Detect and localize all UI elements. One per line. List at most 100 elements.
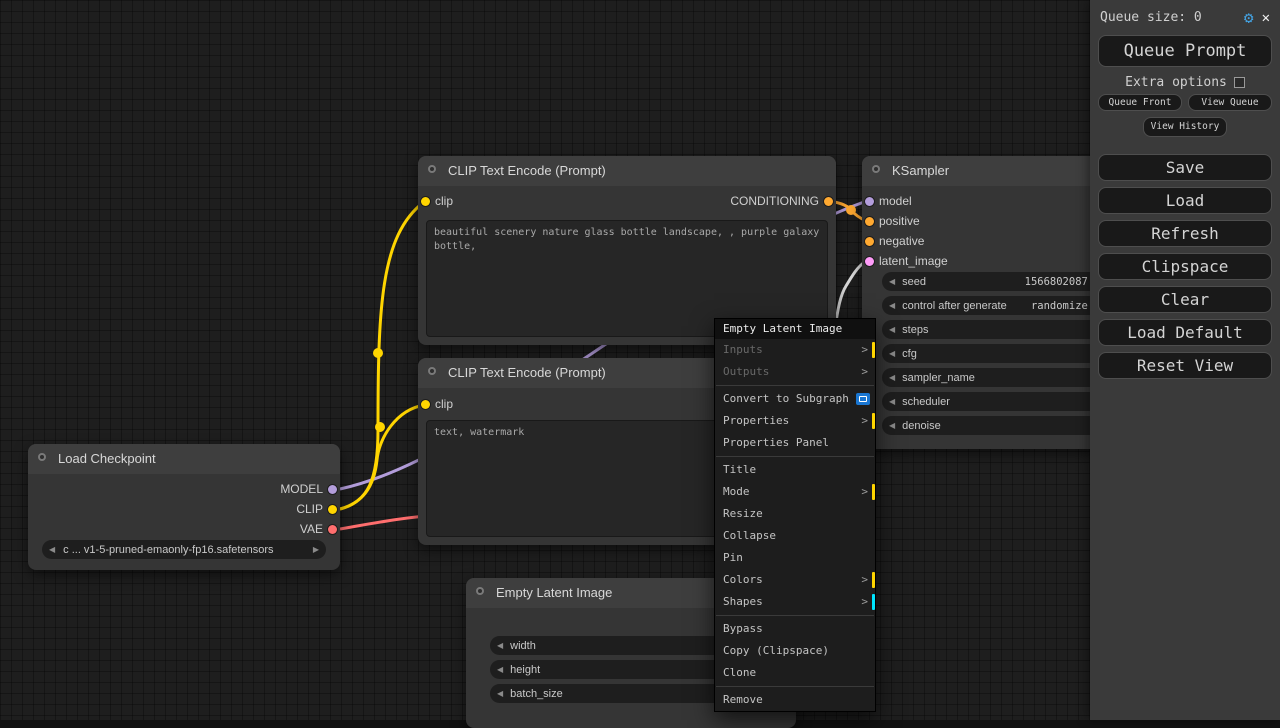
output-port-vae[interactable]: VAE — [300, 521, 337, 537]
widget-control-after-generate[interactable]: ◀ control after generate randomize ▶ — [882, 296, 1108, 315]
clear-button[interactable]: Clear — [1098, 286, 1272, 314]
decrement-arrow-icon[interactable]: ◀ — [889, 368, 895, 387]
node-load-checkpoint[interactable]: Load Checkpoint MODEL CLIP VAE ◀ c ... v… — [28, 444, 340, 570]
context-menu-title: Empty Latent Image — [715, 319, 875, 339]
output-port-conditioning[interactable]: CONDITIONING — [730, 193, 833, 209]
widget-value: randomize — [1030, 299, 1088, 312]
decrement-arrow-icon[interactable]: ◀ — [889, 416, 895, 435]
menu-item-label: Copy (Clipspace) — [723, 644, 829, 657]
decrement-arrow-icon[interactable]: ◀ — [497, 636, 503, 655]
load-button[interactable]: Load — [1098, 187, 1272, 215]
menu-item-pin[interactable]: Pin — [715, 547, 875, 569]
decrement-arrow-icon[interactable]: ◀ — [889, 296, 895, 315]
decrement-arrow-icon[interactable]: ◀ — [889, 392, 895, 411]
settings-gear-icon[interactable]: ⚙ — [1244, 8, 1254, 27]
submenu-accent — [872, 572, 875, 588]
collapse-circle-icon[interactable] — [476, 587, 484, 595]
menu-item-title[interactable]: Title — [715, 459, 875, 481]
decrement-arrow-icon[interactable]: ◀ — [889, 344, 895, 363]
menu-item-clone[interactable]: Clone — [715, 662, 875, 684]
port-dot-conditioning[interactable] — [865, 216, 874, 226]
widget-cfg[interactable]: ◀ cfg ▶ — [882, 344, 1108, 363]
menu-item-bypass[interactable]: Bypass — [715, 618, 875, 640]
menu-item-outputs: Outputs > — [715, 361, 875, 383]
widget-sampler-name[interactable]: ◀ sampler_name ▶ — [882, 368, 1108, 387]
widget-name: cfg — [902, 347, 917, 360]
combo-left-arrow-icon[interactable]: ◀ — [49, 540, 55, 559]
menu-item-convert-to-subgraph[interactable]: Convert to Subgraph — [715, 388, 875, 410]
input-port-negative[interactable]: negative — [865, 233, 924, 249]
close-menu-icon[interactable]: ✕ — [1262, 10, 1270, 26]
port-dot-conditioning[interactable] — [824, 196, 833, 206]
submenu-accent — [872, 484, 875, 500]
queue-prompt-button[interactable]: Queue Prompt — [1098, 35, 1272, 67]
port-label: clip — [435, 397, 454, 411]
port-dot-model[interactable] — [865, 196, 874, 206]
menu-item-resize[interactable]: Resize — [715, 503, 875, 525]
decrement-arrow-icon[interactable]: ◀ — [889, 320, 895, 339]
view-queue-button[interactable]: View Queue — [1188, 94, 1272, 111]
input-port-model[interactable]: model — [865, 193, 912, 209]
port-dot-clip[interactable] — [421, 196, 430, 206]
port-dot-clip[interactable] — [421, 399, 430, 409]
node-header[interactable]: Load Checkpoint — [28, 444, 340, 474]
port-label: VAE — [299, 522, 323, 536]
node-header[interactable]: KSampler — [862, 156, 1128, 186]
view-history-button[interactable]: View History — [1143, 117, 1227, 138]
ckpt-name-combo[interactable]: ◀ c ... v1-5-pruned-emaonly-fp16.safeten… — [42, 540, 326, 559]
output-port-model[interactable]: MODEL — [280, 481, 337, 497]
node-header[interactable]: CLIP Text Encode (Prompt) — [418, 156, 836, 186]
port-dot-conditioning[interactable] — [865, 236, 874, 246]
collapse-circle-icon[interactable] — [872, 165, 880, 173]
reset-view-button[interactable]: Reset View — [1098, 352, 1272, 380]
collapse-circle-icon[interactable] — [428, 165, 436, 173]
queue-front-button[interactable]: Queue Front — [1098, 94, 1182, 111]
input-port-positive[interactable]: positive — [865, 213, 920, 229]
menu-item-label: Title — [723, 463, 757, 476]
collapse-circle-icon[interactable] — [428, 367, 436, 375]
menu-separator — [716, 615, 874, 616]
widget-seed[interactable]: ◀ seed 1566802087 ▶ — [882, 272, 1108, 291]
node-ksampler[interactable]: KSampler model positive negative latent_… — [862, 156, 1128, 449]
widget-scheduler[interactable]: ◀ scheduler ▶ — [882, 392, 1108, 411]
menu-item-remove[interactable]: Remove — [715, 689, 875, 711]
input-port-clip[interactable]: clip — [421, 193, 453, 209]
node-title: KSampler — [892, 163, 950, 178]
menu-item-properties-panel[interactable]: Properties Panel — [715, 432, 875, 454]
refresh-button[interactable]: Refresh — [1098, 220, 1272, 248]
menu-item-properties[interactable]: Properties > — [715, 410, 875, 432]
widget-denoise[interactable]: ◀ denoise ▶ — [882, 416, 1108, 435]
clipspace-button[interactable]: Clipspace — [1098, 253, 1272, 281]
decrement-arrow-icon[interactable]: ◀ — [497, 660, 503, 679]
save-button[interactable]: Save — [1098, 154, 1272, 182]
ckpt-name-value: c ... v1-5-pruned-emaonly-fp16.safetenso… — [63, 543, 274, 556]
menu-item-shapes[interactable]: Shapes > — [715, 591, 875, 613]
submenu-arrow-icon: > — [861, 485, 868, 498]
extra-options-label: Extra options — [1125, 75, 1227, 90]
menu-separator — [716, 456, 874, 457]
menu-item-mode[interactable]: Mode > — [715, 481, 875, 503]
port-dot-vae[interactable] — [328, 524, 337, 534]
input-port-clip[interactable]: clip — [421, 396, 453, 412]
node-context-menu: Empty Latent Image Inputs > Outputs > Co… — [714, 318, 876, 712]
combo-right-arrow-icon[interactable]: ▶ — [313, 540, 319, 559]
decrement-arrow-icon[interactable]: ◀ — [889, 272, 895, 291]
port-dot-clip[interactable] — [328, 504, 337, 514]
submenu-accent — [872, 594, 875, 610]
widget-steps[interactable]: ◀ steps ▶ — [882, 320, 1108, 339]
output-port-clip[interactable]: CLIP — [296, 501, 337, 517]
port-dot-latent[interactable] — [865, 256, 874, 266]
input-port-latent-image[interactable]: latent_image — [865, 253, 948, 269]
load-default-button[interactable]: Load Default — [1098, 319, 1272, 347]
menu-item-copy-clipspace[interactable]: Copy (Clipspace) — [715, 640, 875, 662]
collapse-circle-icon[interactable] — [38, 453, 46, 461]
menu-item-collapse[interactable]: Collapse — [715, 525, 875, 547]
widget-name: height — [510, 663, 541, 676]
port-dot-model[interactable] — [328, 484, 337, 494]
node-clip-text-encode-positive[interactable]: CLIP Text Encode (Prompt) clip CONDITION… — [418, 156, 836, 345]
menu-item-label: Inputs — [723, 343, 763, 356]
extra-options-checkbox[interactable] — [1233, 77, 1245, 88]
menu-item-label: Pin — [723, 551, 743, 564]
decrement-arrow-icon[interactable]: ◀ — [497, 684, 503, 703]
menu-item-colors[interactable]: Colors > — [715, 569, 875, 591]
